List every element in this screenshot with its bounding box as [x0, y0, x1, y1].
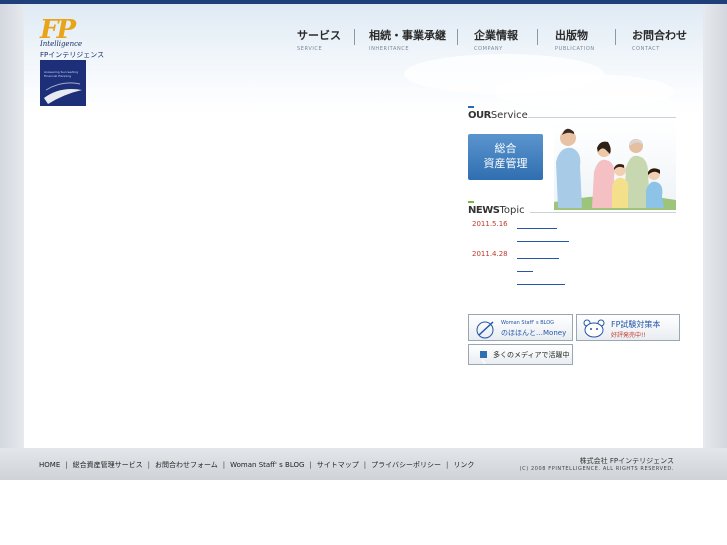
footer-company: 株式会社 FPインテリジェンス	[579, 457, 674, 465]
news-link[interactable]	[517, 284, 565, 285]
nav-publication[interactable]: 出版物 PUBLICATION	[555, 27, 595, 52]
footer-link-asset-service[interactable]: 総合資産管理サービス	[73, 461, 143, 469]
footer-copyright: (C) 2008 FPINTELLIGENCE. ALL RIGHTS RESE…	[519, 466, 674, 472]
footer-link-blog[interactable]: Woman Staff' s BLOG	[230, 461, 304, 469]
brand-badge: Answering Succeeding Financial Planning	[40, 60, 86, 106]
pen-icon	[476, 321, 494, 339]
footer-separator: |	[147, 461, 150, 469]
media-banner[interactable]: 多くのメディアで活躍中	[468, 344, 573, 365]
nav-service[interactable]: サービス SERVICE	[297, 27, 341, 52]
news-heading-title: NEWSTopic	[468, 205, 525, 216]
heading-rule	[528, 117, 676, 118]
nav-divider	[537, 29, 538, 45]
nav-sublabel: SERVICE	[297, 46, 323, 52]
media-banner-label: 多くのメディアで活躍中	[493, 351, 570, 359]
exam-book-banner[interactable]: FP試験対策本 好評発売中!!	[576, 314, 680, 341]
nav-label: お問合わせ	[632, 29, 687, 42]
footer-link-sitemap[interactable]: サイトマップ	[317, 461, 359, 469]
nav-sublabel: INHERITANCE	[369, 46, 410, 52]
bear-icon	[583, 319, 605, 338]
asset-management-button[interactable]: 総合 資産管理	[468, 134, 543, 180]
heading-rest: Service	[490, 110, 528, 121]
exam-banner-subtitle: 好評発売中!!	[611, 332, 646, 339]
nav-company[interactable]: 企業情報 COMPANY	[474, 27, 518, 52]
footer-nav: HOME | 総合資産管理サービス | お問合わせフォーム | Woman Staff' s…	[39, 460, 474, 470]
nav-contact[interactable]: お問合わせ CONTACT	[632, 27, 687, 52]
footer-separator: |	[309, 461, 312, 469]
family-photo-image	[554, 122, 676, 210]
site-logo[interactable]: FP Intelligence FPインテリジェンス	[40, 15, 105, 60]
news-heading: NEWSTopic	[468, 201, 678, 221]
family-photo	[554, 122, 676, 210]
right-gutter	[703, 4, 727, 448]
nav-label: サービス	[297, 29, 341, 42]
footer-separator: |	[446, 461, 449, 469]
news-link[interactable]	[517, 228, 557, 229]
nav-divider	[457, 29, 458, 45]
heading-rest: Topic	[499, 205, 525, 216]
nav-label: 企業情報	[474, 29, 518, 42]
badge-swoosh-icon	[44, 82, 82, 104]
nav-sublabel: COMPANY	[474, 46, 503, 52]
footer-link-links[interactable]: リンク	[453, 461, 474, 469]
footer-separator: |	[222, 461, 226, 469]
blog-banner-subtitle: のほほんと…Money	[501, 329, 567, 337]
news-link[interactable]	[517, 241, 569, 242]
news-link[interactable]	[517, 271, 533, 272]
heading-bold: NEWS	[468, 205, 500, 216]
news-date: 2011.4.28	[472, 250, 508, 258]
blog-banner-title: Woman Staff' s BLOG	[501, 320, 555, 326]
global-nav: サービス SERVICE 相続・事業承継 INHERITANCE 企業情報 CO…	[297, 27, 687, 52]
footer-separator: |	[65, 461, 68, 469]
nav-divider	[354, 29, 355, 45]
nav-inheritance[interactable]: 相続・事業承継 INHERITANCE	[369, 27, 446, 52]
arrow-icon	[480, 351, 487, 364]
main-area	[24, 4, 703, 448]
news-date: 2011.5.16	[472, 220, 508, 228]
news-link[interactable]	[517, 258, 559, 259]
sky-cloud	[494, 74, 674, 109]
nav-label: 出版物	[555, 29, 588, 42]
heading-rule	[530, 212, 676, 213]
logo-mark: FP	[40, 15, 76, 45]
heading-tick	[468, 201, 474, 203]
badge-text: Answering Succeeding Financial Planning	[44, 70, 78, 78]
exam-banner-title: FP試験対策本	[611, 320, 661, 329]
heading-tick	[468, 106, 474, 108]
button-line-2: 資産管理	[483, 157, 528, 170]
logo-company-name: FPインテリジェンス	[40, 51, 105, 59]
logo-subtitle: Intelligence	[40, 40, 83, 48]
footer-separator: |	[363, 461, 367, 469]
blog-banner[interactable]: Woman Staff' s BLOG のほほんと…Money	[468, 314, 573, 341]
nav-sublabel: PUBLICATION	[555, 46, 595, 52]
nav-label: 相続・事業承継	[369, 29, 446, 42]
nav-divider	[615, 29, 616, 45]
footer-link-privacy[interactable]: プライバシーポリシー	[371, 461, 441, 469]
footer: HOME | 総合資産管理サービス | お問合わせフォーム | Woman Staff' s…	[0, 448, 727, 480]
button-line-1: 総合	[494, 142, 517, 155]
heading-bold: OUR	[468, 110, 491, 121]
service-heading-title: OURService	[468, 110, 528, 121]
left-gutter	[0, 4, 24, 448]
footer-link-contact-form[interactable]: お問合わせフォーム	[155, 461, 218, 469]
nav-sublabel: CONTACT	[632, 46, 660, 52]
footer-link-home[interactable]: HOME	[39, 461, 60, 469]
